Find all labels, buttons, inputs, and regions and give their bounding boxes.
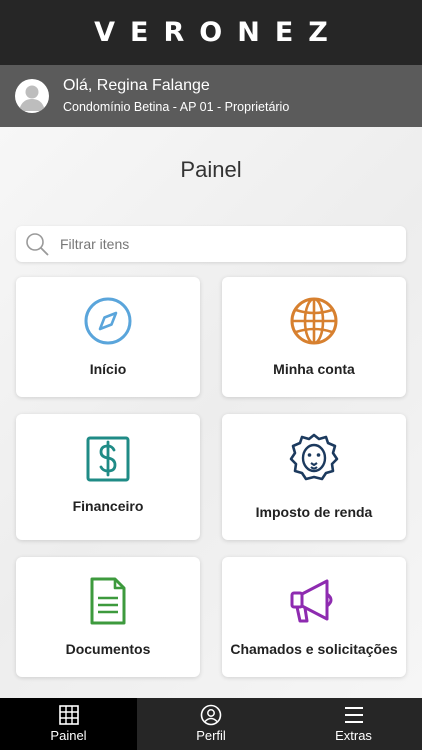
dashboard-content: Painel Início Minha conta xyxy=(0,127,422,698)
user-silhouette-icon xyxy=(19,85,45,111)
card-label: Início xyxy=(89,361,127,377)
page-title: Painel xyxy=(180,157,242,182)
compass-icon xyxy=(84,297,132,345)
card-label: Documentos xyxy=(65,641,151,657)
menu-icon xyxy=(345,707,363,723)
brand-logo: VERONEZ xyxy=(94,17,343,48)
top-header: VERONEZ xyxy=(0,0,422,65)
user-unit: Condomínio Betina - AP 01 - Proprietário xyxy=(63,100,290,114)
lion-icon xyxy=(289,433,339,481)
search-input[interactable] xyxy=(58,235,382,253)
dollar-icon xyxy=(86,436,130,482)
card-label: Minha conta xyxy=(273,361,355,377)
megaphone-icon xyxy=(290,579,333,623)
grid-icon xyxy=(59,705,79,725)
card-minha-conta[interactable]: Minha conta xyxy=(222,277,406,397)
tab-extras[interactable]: Extras xyxy=(285,698,422,750)
user-bar: Olá, Regina Falange Condomínio Betina - … xyxy=(0,65,422,127)
tab-painel[interactable]: Painel xyxy=(0,698,137,750)
tab-label: Extras xyxy=(335,728,372,743)
tab-label: Painel xyxy=(50,728,87,743)
card-documentos[interactable]: Documentos xyxy=(16,557,200,677)
card-imposto-de-renda[interactable]: Imposto de renda xyxy=(222,414,406,540)
card-label: Imposto de renda xyxy=(255,504,373,520)
bottom-tab-bar: Painel Perfil Extras xyxy=(0,698,422,750)
user-greeting: Olá, Regina Falange xyxy=(63,77,210,94)
avatar[interactable] xyxy=(15,79,49,113)
document-icon xyxy=(90,577,126,625)
card-financeiro[interactable]: Financeiro xyxy=(16,414,200,540)
tab-label: Perfil xyxy=(196,728,226,743)
card-label: Financeiro xyxy=(72,498,144,514)
card-inicio[interactable]: Início xyxy=(16,277,200,397)
card-chamados-e-solicitacoes[interactable]: Chamados e solicitações xyxy=(222,557,406,677)
search-bar[interactable] xyxy=(16,226,406,262)
user-icon xyxy=(200,704,222,726)
search-icon xyxy=(26,233,49,256)
user-info: Olá, Regina Falange Condomínio Betina - … xyxy=(63,76,289,116)
globe-icon xyxy=(290,297,338,345)
card-label: Chamados e solicitações xyxy=(230,641,398,657)
tab-perfil[interactable]: Perfil xyxy=(137,698,285,750)
